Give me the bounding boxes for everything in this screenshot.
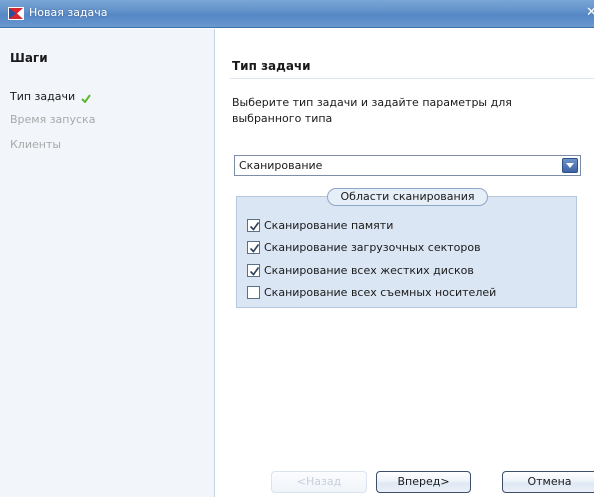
sidebar-step-task-type[interactable]: Тип задачи (10, 90, 91, 104)
next-button[interactable]: Вперед> (376, 471, 471, 493)
main-panel: Тип задачи Выберите тип задачи и задайте… (216, 29, 594, 497)
task-type-select[interactable]: Сканирование (234, 155, 581, 176)
title-bar[interactable]: Новая задача ✕ (0, 0, 594, 28)
app-flag-icon (8, 7, 24, 20)
checkbox-label: Сканирование всех жестких дисков (264, 264, 474, 277)
step-label: Тип задачи (10, 90, 76, 103)
scan-removable-media-checkbox[interactable] (247, 286, 260, 299)
checkmark-icon (81, 93, 91, 104)
checkbox-label: Сканирование загрузочных секторов (264, 241, 481, 254)
steps-sidebar: Шаги Тип задачи Время запуска Клиенты (0, 29, 215, 497)
checkbox-label: Сканирование памяти (264, 219, 394, 232)
scan-hard-disks-checkbox[interactable] (247, 264, 260, 277)
sidebar-step-start-time: Время запуска (10, 113, 96, 126)
scan-memory-checkbox[interactable] (247, 219, 260, 232)
sidebar-step-clients: Клиенты (10, 138, 62, 151)
scan-areas-legend: Области сканирования (327, 188, 488, 206)
chevron-down-icon[interactable] (562, 158, 578, 173)
task-type-value: Сканирование (239, 159, 323, 172)
back-button[interactable]: <Назад (271, 471, 367, 493)
checkbox-label: Сканирование всех съемных носителей (264, 286, 497, 299)
cancel-button[interactable]: Отмена (502, 471, 594, 493)
page-description: Выберите тип задачи и задайте параметры … (232, 96, 512, 125)
sidebar-title: Шаги (10, 51, 48, 65)
scan-boot-sectors-checkbox[interactable] (247, 241, 260, 254)
close-icon[interactable]: ✕ (586, 5, 594, 21)
title-divider (230, 78, 594, 79)
window-title: Новая задача (29, 6, 108, 19)
page-title: Тип задачи (232, 59, 311, 73)
new-task-window: Новая задача ✕ Шаги Тип задачи Время зап… (0, 0, 594, 497)
